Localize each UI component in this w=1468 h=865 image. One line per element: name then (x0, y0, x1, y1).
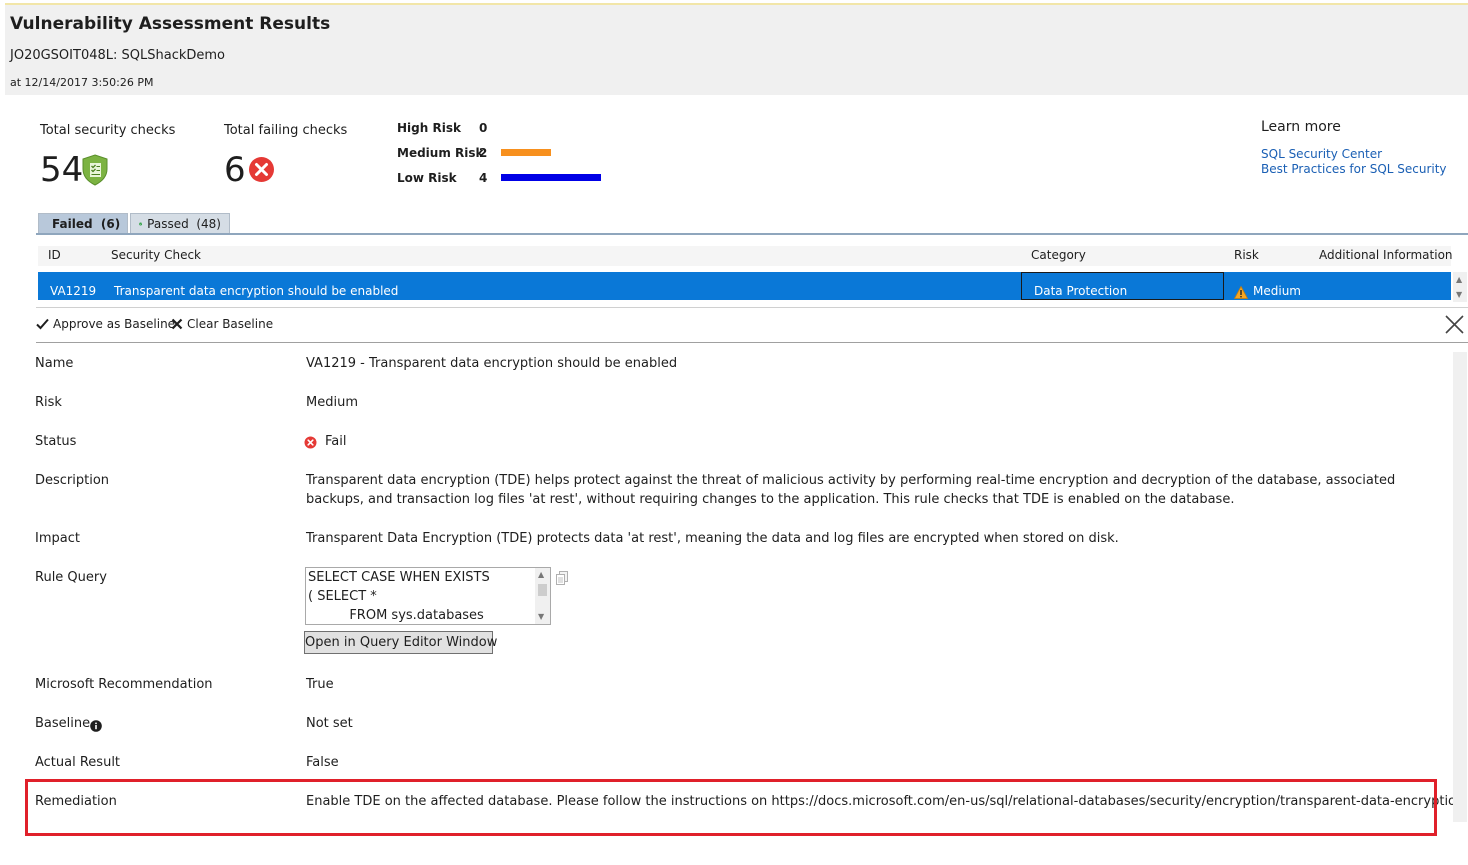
low-risk-bar (501, 174, 601, 181)
query-line: SELECT CASE WHEN EXISTS (308, 570, 490, 585)
rule-query-label: Rule Query (35, 570, 107, 585)
total-checks-count: 54 (40, 150, 84, 190)
sql-security-center-link[interactable]: SQL Security Center (1261, 147, 1382, 161)
status-label: Status (35, 434, 77, 449)
query-line: ( SELECT * (308, 589, 377, 604)
failing-checks-count: 6 (224, 150, 246, 190)
x-icon (171, 318, 183, 330)
tab-underline (36, 233, 1468, 235)
warning-icon (1233, 284, 1249, 303)
query-line: FROM sys.databases (308, 608, 484, 623)
pass-check-icon (139, 222, 143, 225)
best-practices-link[interactable]: Best Practices for SQL Security (1261, 162, 1447, 176)
tab-failed-label: Failed (6) (52, 216, 121, 231)
row-security-check: Transparent data encryption should be en… (114, 284, 399, 298)
low-risk-count: 4 (479, 171, 488, 185)
recommendation-value: True (306, 677, 334, 692)
toolbar-bottom-divider (36, 342, 1468, 343)
info-icon[interactable] (90, 717, 102, 736)
failing-checks-label: Total failing checks (224, 123, 348, 138)
description-label: Description (35, 473, 110, 488)
scroll-up-arrow-icon[interactable]: ▲ (538, 570, 544, 579)
risk-value: Medium (306, 395, 358, 410)
scrollbar-thumb[interactable] (538, 584, 547, 596)
recommendation-label: Microsoft Recommendation (35, 677, 213, 692)
row-risk: Medium (1253, 284, 1301, 298)
medium-risk-label: Medium Risk (397, 146, 484, 160)
medium-risk-bar (501, 149, 551, 156)
high-risk-count: 0 (479, 121, 488, 135)
tab-passed[interactable]: Passed (48) (130, 213, 230, 233)
tab-failed[interactable]: Failed (6) (38, 213, 128, 233)
baseline-label: Baseline (35, 716, 91, 731)
close-icon[interactable] (1445, 315, 1464, 338)
learn-more-title: Learn more (1261, 119, 1341, 135)
name-label: Name (35, 356, 74, 371)
query-scrollbar[interactable]: ▲ ▼ (535, 568, 550, 624)
risk-label: Risk (35, 395, 62, 410)
server-database-label: JO20GSOIT048L: SQLShackDemo (10, 48, 225, 63)
fail-x-icon (248, 156, 275, 187)
checkmark-icon (36, 318, 49, 330)
shield-check-icon (81, 154, 109, 190)
approve-baseline-button[interactable]: Approve as Baseline (36, 317, 175, 331)
total-checks-label: Total security checks (40, 123, 176, 138)
low-risk-label: Low Risk (397, 171, 457, 185)
scroll-up-arrow-icon[interactable]: ▲ (1456, 275, 1462, 284)
scan-timestamp: at 12/14/2017 3:50:26 PM (10, 76, 154, 89)
row-category: Data Protection (1034, 284, 1128, 298)
description-value: Transparent data encryption (TDE) helps … (306, 473, 1396, 507)
scroll-down-arrow-icon[interactable]: ▼ (1456, 290, 1462, 299)
baseline-value: Not set (306, 716, 353, 731)
scroll-down-arrow-icon[interactable]: ▼ (538, 612, 544, 621)
tab-passed-label: Passed (48) (147, 216, 221, 231)
page-title: Vulnerability Assessment Results (10, 14, 331, 34)
clear-baseline-button[interactable]: Clear Baseline (171, 317, 273, 331)
approve-baseline-label: Approve as Baseline (53, 317, 176, 331)
column-header-id[interactable]: ID (48, 248, 61, 262)
remediation-highlight-box (25, 779, 1437, 836)
clear-baseline-label: Clear Baseline (187, 317, 274, 331)
name-value: VA1219 - Transparent data encryption sho… (306, 356, 678, 371)
fail-x-icon (304, 434, 317, 453)
column-header-category[interactable]: Category (1031, 248, 1086, 262)
actual-result-value: False (306, 755, 339, 770)
medium-risk-count: 2 (479, 146, 488, 160)
rule-query-textbox[interactable]: SELECT CASE WHEN EXISTS ( SELECT * FROM … (305, 567, 551, 625)
impact-label: Impact (35, 531, 80, 546)
impact-value: Transparent Data Encryption (TDE) protec… (306, 531, 1119, 546)
column-header-security-check[interactable]: Security Check (111, 248, 201, 262)
column-header-additional-information[interactable]: Additional Information (1319, 248, 1453, 262)
status-value: Fail (325, 434, 347, 449)
row-id: VA1219 (50, 284, 97, 298)
column-header-risk[interactable]: Risk (1234, 248, 1259, 262)
details-scrollbar[interactable] (1453, 352, 1467, 822)
toolbar-top-divider (36, 307, 1468, 308)
high-risk-label: High Risk (397, 121, 461, 135)
actual-result-label: Actual Result (35, 755, 121, 770)
copy-icon[interactable] (556, 570, 569, 589)
open-query-editor-button[interactable]: Open in Query Editor Window (304, 631, 497, 654)
